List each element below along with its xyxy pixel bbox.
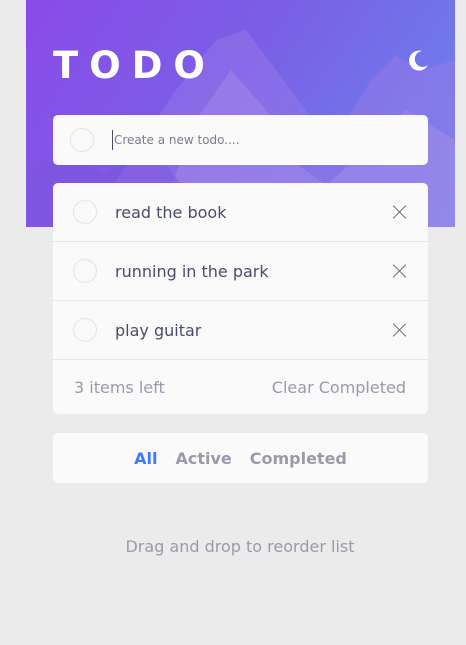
new-todo-checkbox[interactable] <box>70 128 94 152</box>
moon-icon[interactable] <box>404 47 432 75</box>
todo-item[interactable]: running in the park <box>53 242 428 301</box>
todo-item[interactable]: play guitar <box>53 301 428 360</box>
filter-bar: All Active Completed <box>53 433 428 483</box>
new-todo-input[interactable] <box>112 130 402 150</box>
items-left-count: 3 items left <box>74 377 165 397</box>
todo-checkbox[interactable] <box>73 259 97 283</box>
filter-completed[interactable]: Completed <box>250 449 347 468</box>
todo-list: read the book running in the park play g… <box>53 183 428 414</box>
todo-text: play guitar <box>115 320 202 340</box>
todo-text: running in the park <box>115 261 269 281</box>
cross-icon[interactable] <box>393 323 407 337</box>
todo-checkbox[interactable] <box>73 318 97 342</box>
todo-checkbox[interactable] <box>73 200 97 224</box>
filter-all[interactable]: All <box>134 449 157 468</box>
new-todo-bar <box>53 115 428 165</box>
reorder-hint: Drag and drop to reorder list <box>125 537 355 556</box>
todo-item[interactable]: read the book <box>53 183 428 242</box>
cross-icon[interactable] <box>393 205 407 219</box>
clear-completed-button[interactable]: Clear Completed <box>272 378 406 397</box>
list-footer: 3 items left Clear Completed <box>53 360 428 414</box>
app-title: TODO <box>53 44 216 87</box>
cross-icon[interactable] <box>393 264 407 278</box>
filter-active[interactable]: Active <box>175 449 231 468</box>
todo-text: read the book <box>115 202 227 222</box>
